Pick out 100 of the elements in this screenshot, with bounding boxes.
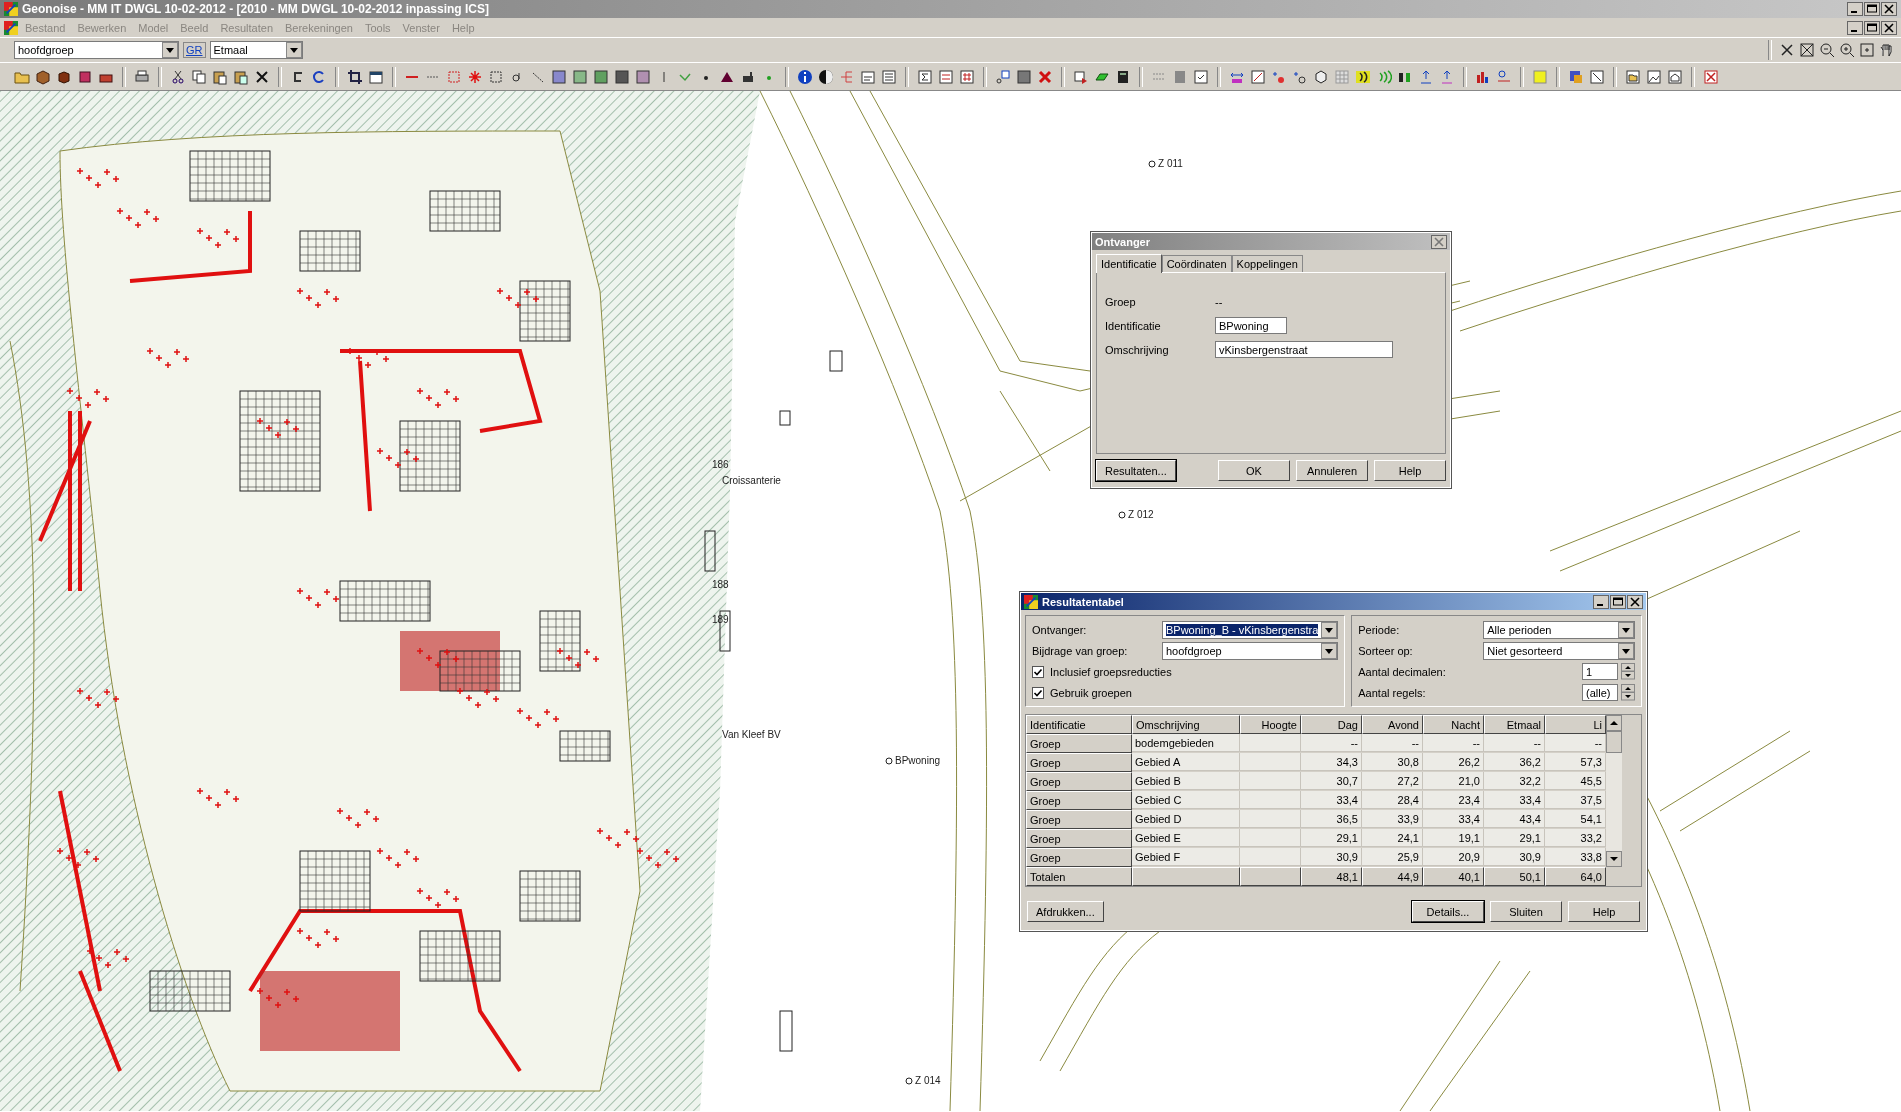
printer-icon[interactable] <box>134 68 150 85</box>
node-icon[interactable] <box>995 68 1011 85</box>
list-icon[interactable] <box>881 68 897 85</box>
export-icon[interactable] <box>1073 68 1089 85</box>
maximize-icon[interactable] <box>1864 2 1880 16</box>
calculator-icon[interactable] <box>1115 68 1131 85</box>
dialog-button[interactable]: Help <box>1374 460 1446 481</box>
column-header[interactable]: Etmaal <box>1484 715 1545 734</box>
minimize-icon[interactable] <box>1847 20 1863 35</box>
dropdown[interactable]: hoofdgroep <box>1162 641 1339 660</box>
paste-icon[interactable] <box>233 68 249 85</box>
square-icon[interactable] <box>614 68 630 85</box>
text-field[interactable]: vKinsbergenstraat <box>1215 341 1393 358</box>
table-cell <box>1240 791 1301 809</box>
copy-icon[interactable] <box>191 68 207 85</box>
column-header[interactable]: Identificatie <box>1026 715 1132 734</box>
waves-icon[interactable] <box>1355 68 1371 85</box>
scissors-icon[interactable] <box>170 68 186 85</box>
hatched-square-icon[interactable] <box>572 68 588 85</box>
scroll-up-icon[interactable] <box>1606 715 1622 731</box>
checkbox[interactable] <box>1032 686 1044 699</box>
asterisk-icon[interactable] <box>467 68 483 85</box>
table-cell: 33,4 <box>1423 810 1484 828</box>
point-marker-icon[interactable] <box>1118 511 1126 519</box>
dialog-button[interactable]: Annuleren <box>1296 460 1368 481</box>
half-circle-icon[interactable] <box>818 68 834 85</box>
dialog-button[interactable]: OK <box>1218 460 1290 481</box>
dropdown[interactable]: Niet gesorteerd <box>1483 641 1635 660</box>
tab[interactable]: Coördinaten <box>1161 255 1232 272</box>
crop-icon[interactable] <box>347 68 363 85</box>
close-icon[interactable] <box>1627 594 1643 609</box>
dialog-button[interactable]: Afdrukken... <box>1027 901 1104 922</box>
sum-icon[interactable] <box>917 68 933 85</box>
dropdown[interactable]: Alle perioden <box>1483 620 1635 639</box>
column-header[interactable]: Li <box>1545 715 1606 734</box>
hand-icon[interactable] <box>1879 42 1895 58</box>
checklist-icon[interactable] <box>1193 68 1209 85</box>
field-label: Identificatie <box>1105 319 1162 332</box>
import-icon[interactable] <box>1439 68 1455 85</box>
image-icon[interactable] <box>1646 68 1662 85</box>
tab[interactable]: Koppelingen <box>1231 255 1303 272</box>
scrollbar-thumb[interactable] <box>1606 731 1622 753</box>
paste-icon[interactable] <box>212 68 228 85</box>
table-cell: 29,1 <box>1301 829 1362 847</box>
point-marker-icon[interactable] <box>905 1077 913 1085</box>
tab[interactable]: Identificatie <box>1096 254 1162 273</box>
square-icon[interactable] <box>1016 68 1032 85</box>
text-field[interactable]: BPwoning <box>1215 317 1287 334</box>
table-cell: 30,8 <box>1362 753 1423 771</box>
close-icon[interactable] <box>1703 68 1719 85</box>
dialog-title: Resultatentabel <box>1042 595 1125 608</box>
zoom-in-icon[interactable] <box>1839 42 1855 58</box>
table-cell: -- <box>1423 734 1484 752</box>
box-icon[interactable] <box>35 68 51 85</box>
column-header[interactable]: Nacht <box>1423 715 1484 734</box>
table-cell: 24,1 <box>1362 829 1423 847</box>
zoom-out-icon[interactable] <box>1819 42 1835 58</box>
period-dropdown[interactable]: Etmaal <box>209 41 303 59</box>
dialog-button[interactable]: Resultaten... <box>1096 460 1176 481</box>
box-icon[interactable] <box>56 68 72 85</box>
gr-button[interactable]: GR <box>183 42 206 58</box>
folder-icon[interactable] <box>1625 68 1641 85</box>
dialog-button[interactable]: Sluiten <box>1490 901 1562 922</box>
checkbox[interactable] <box>1032 665 1044 678</box>
dialog-button[interactable]: Details... <box>1412 901 1484 922</box>
table-cell: 21,0 <box>1423 772 1484 790</box>
spinner-arrows-icon[interactable] <box>1621 684 1635 701</box>
info-icon[interactable] <box>797 68 813 85</box>
table-cell: Gebied A <box>1132 753 1240 771</box>
column-header[interactable]: Dag <box>1301 715 1362 734</box>
minimize-icon[interactable] <box>1847 2 1863 16</box>
zoom-window-icon[interactable] <box>1799 42 1815 58</box>
home-icon[interactable] <box>1667 68 1683 85</box>
number-field[interactable]: 1 <box>1582 663 1618 680</box>
delete-icon[interactable] <box>254 68 270 85</box>
properties-icon[interactable] <box>368 68 384 85</box>
point-marker-icon[interactable] <box>1148 160 1156 168</box>
point-marker-icon[interactable] <box>885 757 893 765</box>
minimize-icon[interactable] <box>1593 594 1609 609</box>
hatched-square-icon[interactable] <box>635 68 651 85</box>
table-cell: 33,9 <box>1362 810 1423 828</box>
close-icon[interactable] <box>1881 20 1897 35</box>
scroll-down-icon[interactable] <box>1606 851 1622 867</box>
dialog-button[interactable]: Help <box>1568 901 1640 922</box>
column-header[interactable]: Avond <box>1362 715 1423 734</box>
center-icon[interactable] <box>1859 42 1875 58</box>
column-header[interactable]: Hoogte <box>1240 715 1301 734</box>
group-dropdown[interactable]: hoofdgroep <box>14 41 179 59</box>
hatched-square-icon[interactable] <box>593 68 609 85</box>
dropdown[interactable]: BPwoning_B - vKinsbergenstra <box>1162 620 1339 639</box>
grid-icon[interactable] <box>1250 68 1266 85</box>
column-header[interactable]: Omschrijving <box>1132 715 1240 734</box>
maximize-icon[interactable] <box>1864 20 1880 35</box>
extents-icon[interactable] <box>1779 42 1795 58</box>
maximize-icon[interactable] <box>1610 594 1626 609</box>
close-icon[interactable] <box>1881 2 1897 16</box>
import-icon[interactable] <box>1418 68 1434 85</box>
hatched-square-icon[interactable] <box>551 68 567 85</box>
spinner-arrows-icon[interactable] <box>1621 663 1635 680</box>
number-field[interactable]: (alle) <box>1582 684 1618 701</box>
